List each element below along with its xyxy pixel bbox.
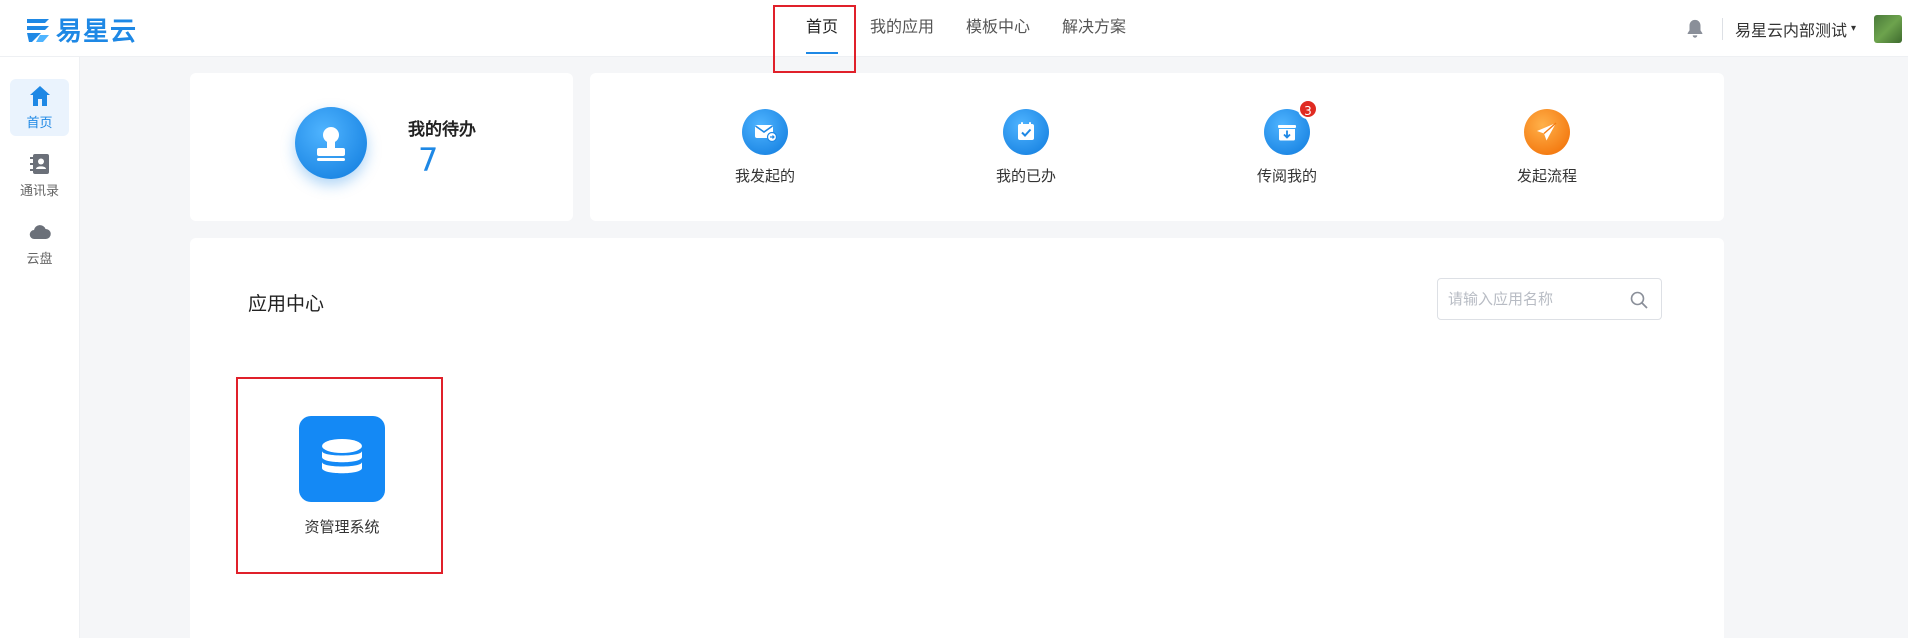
- app-center-card: 应用中心 资管理系统: [190, 238, 1724, 638]
- sidebar-item-label: 云盘: [26, 252, 53, 267]
- quick-action-icon-bg: [1524, 109, 1570, 155]
- logo[interactable]: 易星云: [24, 13, 138, 47]
- stamp-icon: [317, 127, 345, 161]
- top-nav: 首页 我的应用 模板中心 解决方案: [790, 0, 1142, 57]
- inbox-download-icon: [1278, 125, 1296, 141]
- quick-action-label: 发起流程: [1516, 167, 1577, 185]
- sidebar-item-cloud-drive[interactable]: 云盘: [10, 215, 69, 272]
- quick-action-icon-bg: [1003, 109, 1049, 155]
- avatar[interactable]: [1874, 14, 1902, 43]
- sidebar-item-contacts[interactable]: 通讯录: [10, 147, 69, 204]
- todo-card[interactable]: 我的待办 7: [190, 73, 573, 221]
- app-tile-asset-management[interactable]: 资管理系统: [242, 380, 442, 574]
- header-divider: [1721, 17, 1723, 40]
- sidebar-item-label: 首页: [26, 116, 53, 131]
- app-icon-bg: [299, 416, 385, 502]
- quick-action-icon-bg: [742, 109, 788, 155]
- app-search-input[interactable]: [1448, 287, 1618, 311]
- bell-icon[interactable]: [1684, 18, 1706, 40]
- sidebar-item-home[interactable]: 首页: [10, 79, 69, 136]
- calendar-check-icon: [1018, 122, 1034, 140]
- contacts-icon: [29, 154, 49, 174]
- app-center-title: 应用中心: [248, 293, 325, 315]
- todo-avatar: [295, 107, 367, 179]
- quick-action-circulated-to-me[interactable]: 3 传阅我的: [1217, 99, 1357, 186]
- nav-solutions[interactable]: 解决方案: [1046, 0, 1142, 57]
- chevron-down-icon[interactable]: ▾: [1851, 23, 1856, 34]
- nav-my-apps[interactable]: 我的应用: [854, 0, 950, 57]
- quick-action-initiated-by-me[interactable]: 我发起的: [695, 109, 835, 186]
- quick-action-start-process[interactable]: 发起流程: [1477, 109, 1617, 186]
- app-search-box[interactable]: [1437, 278, 1662, 320]
- todo-title: 我的待办: [408, 120, 476, 140]
- paper-plane-icon: [1537, 122, 1557, 141]
- header-right: 易星云内部测试 ▾: [1684, 0, 1908, 57]
- todo-count[interactable]: 7: [418, 141, 438, 179]
- quick-action-label: 我发起的: [734, 167, 795, 185]
- left-sidebar: 首页 通讯录 云盘: [0, 57, 80, 638]
- logo-text: 易星云: [56, 16, 138, 47]
- mail-send-icon: [755, 125, 778, 143]
- quick-action-icon-bg: 3: [1264, 99, 1318, 155]
- unread-badge: 3: [1298, 99, 1318, 119]
- home-icon: [29, 86, 50, 106]
- top-header: 易星云 首页 我的应用 模板中心 解决方案 易星云内部测试 ▾: [0, 0, 1908, 57]
- quick-action-my-done[interactable]: 我的已办: [956, 109, 1096, 186]
- quick-actions-card: 我发起的 我的已办 3 传阅我的 发起流程: [590, 73, 1724, 221]
- quick-action-label: 我的已办: [995, 167, 1056, 185]
- database-icon: [322, 439, 362, 474]
- search-icon[interactable]: [1629, 290, 1649, 310]
- nav-template-center[interactable]: 模板中心: [950, 0, 1046, 57]
- quick-action-label: 传阅我的: [1256, 167, 1317, 185]
- logo-mark-icon: [27, 19, 49, 42]
- cloud-icon: [29, 225, 51, 240]
- nav-home[interactable]: 首页: [790, 0, 854, 57]
- user-name[interactable]: 易星云内部测试: [1735, 17, 1847, 41]
- app-label: 资管理系统: [304, 518, 380, 536]
- sidebar-item-label: 通讯录: [19, 184, 59, 199]
